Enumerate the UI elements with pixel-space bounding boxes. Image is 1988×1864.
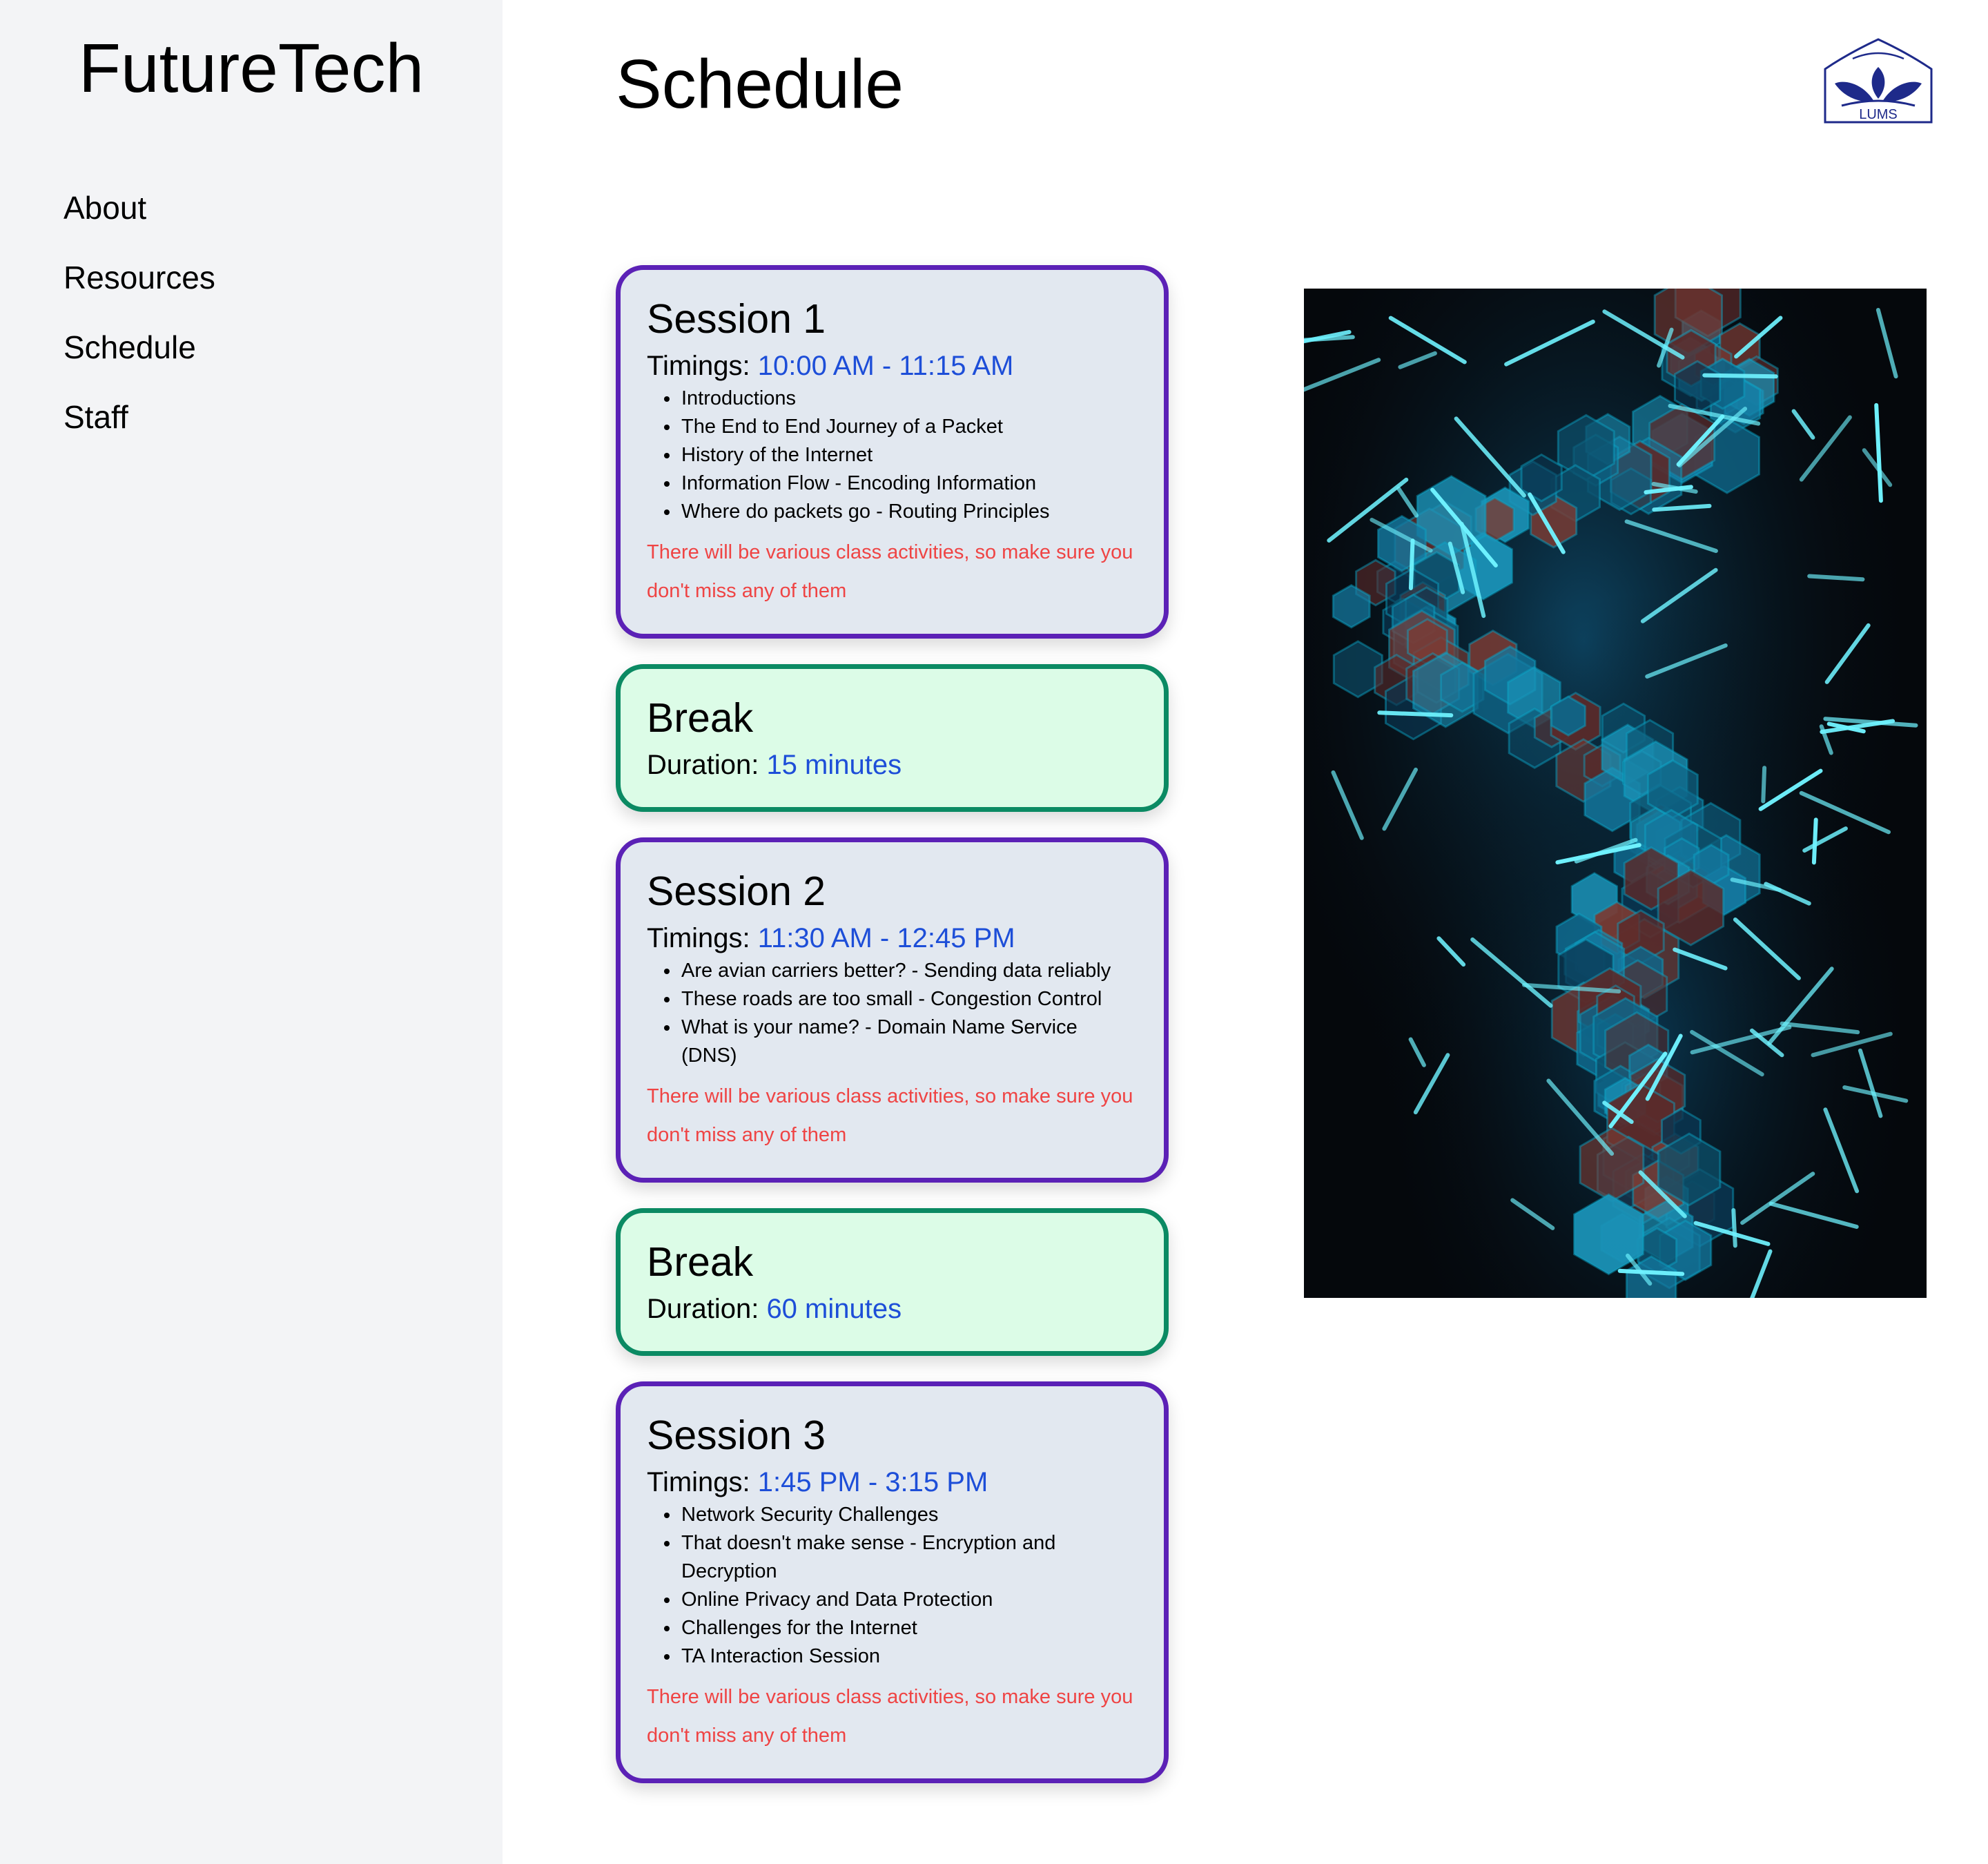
topic-item: Network Security Challenges xyxy=(680,1501,1138,1529)
timings-label: Timings: xyxy=(647,351,750,381)
topic-item: Are avian carriers better? - Sending dat… xyxy=(680,957,1138,985)
topic-list: Are avian carriers better? - Sending dat… xyxy=(647,957,1138,1070)
session-timings: Timings: 11:30 AM - 12:45 PM xyxy=(647,920,1138,957)
session-title: Session 1 xyxy=(647,296,826,342)
logo-text: LUMS xyxy=(1859,107,1898,122)
topic-list: Introductions The End to End Journey of … xyxy=(647,385,1138,526)
topic-item: History of the Internet xyxy=(680,441,1138,469)
timings-label: Timings: xyxy=(647,923,750,953)
duration-label: Duration: xyxy=(647,1294,759,1324)
sidebar-nav: About Resources Schedule Staff xyxy=(64,184,215,463)
topic-item: Online Privacy and Data Protection xyxy=(680,1586,1138,1614)
nav-item-resources[interactable]: Resources xyxy=(64,253,215,323)
nav-item-schedule[interactable]: Schedule xyxy=(64,323,215,393)
topic-list: Network Security Challenges That doesn't… xyxy=(647,1501,1138,1671)
timings-value: 10:00 AM - 11:15 AM xyxy=(757,351,1014,381)
session-card: Session 2 Timings: 11:30 AM - 12:45 PM A… xyxy=(616,837,1169,1183)
timings-value: 11:30 AM - 12:45 PM xyxy=(757,923,1015,953)
activities-note: There will be various class activities, … xyxy=(647,1085,1133,1146)
break-title: Break xyxy=(647,1239,754,1285)
break-card: Break Duration: 15 minutes xyxy=(616,664,1169,812)
session-card: Session 1 Timings: 10:00 AM - 11:15 AM I… xyxy=(616,265,1169,639)
neon-hexagon-photo xyxy=(1304,289,1927,1298)
nav-item-staff[interactable]: Staff xyxy=(64,393,215,463)
topic-item: The End to End Journey of a Packet xyxy=(680,413,1138,441)
break-card: Break Duration: 60 minutes xyxy=(616,1208,1169,1356)
break-duration: Duration: 15 minutes xyxy=(647,746,1138,784)
lums-logo: LUMS xyxy=(1821,38,1936,125)
duration-label: Duration: xyxy=(647,750,759,780)
session-timings: Timings: 1:45 PM - 3:15 PM xyxy=(647,1464,1138,1501)
activities-note: There will be various class activities, … xyxy=(647,541,1133,602)
brand-title: FutureTech xyxy=(78,30,425,107)
duration-value: 15 minutes xyxy=(766,750,902,780)
page-title: Schedule xyxy=(616,46,904,123)
nav-item-about[interactable]: About xyxy=(64,184,215,253)
timings-value: 1:45 PM - 3:15 PM xyxy=(757,1467,988,1497)
schedule-list: Session 1 Timings: 10:00 AM - 11:15 AM I… xyxy=(616,265,1169,1809)
session-card: Session 3 Timings: 1:45 PM - 3:15 PM Net… xyxy=(616,1381,1169,1783)
topic-item: These roads are too small - Congestion C… xyxy=(680,985,1138,1013)
break-duration: Duration: 60 minutes xyxy=(647,1290,1138,1328)
session-title: Session 2 xyxy=(647,868,826,914)
session-title: Session 3 xyxy=(647,1412,826,1458)
topic-item: What is your name? - Domain Name Service… xyxy=(680,1013,1138,1070)
topic-item: That doesn't make sense - Encryption and… xyxy=(680,1529,1138,1586)
topic-item: TA Interaction Session xyxy=(680,1642,1138,1671)
activities-note: There will be various class activities, … xyxy=(647,1686,1133,1747)
timings-label: Timings: xyxy=(647,1467,750,1497)
session-timings: Timings: 10:00 AM - 11:15 AM xyxy=(647,347,1138,385)
topic-item: Introductions xyxy=(680,385,1138,413)
topic-item: Information Flow - Encoding Information xyxy=(680,469,1138,498)
duration-value: 60 minutes xyxy=(766,1294,902,1324)
topic-item: Challenges for the Internet xyxy=(680,1614,1138,1642)
break-title: Break xyxy=(647,695,754,741)
topic-item: Where do packets go - Routing Principles xyxy=(680,498,1138,526)
sidebar: FutureTech About Resources Schedule Staf… xyxy=(0,0,503,1864)
